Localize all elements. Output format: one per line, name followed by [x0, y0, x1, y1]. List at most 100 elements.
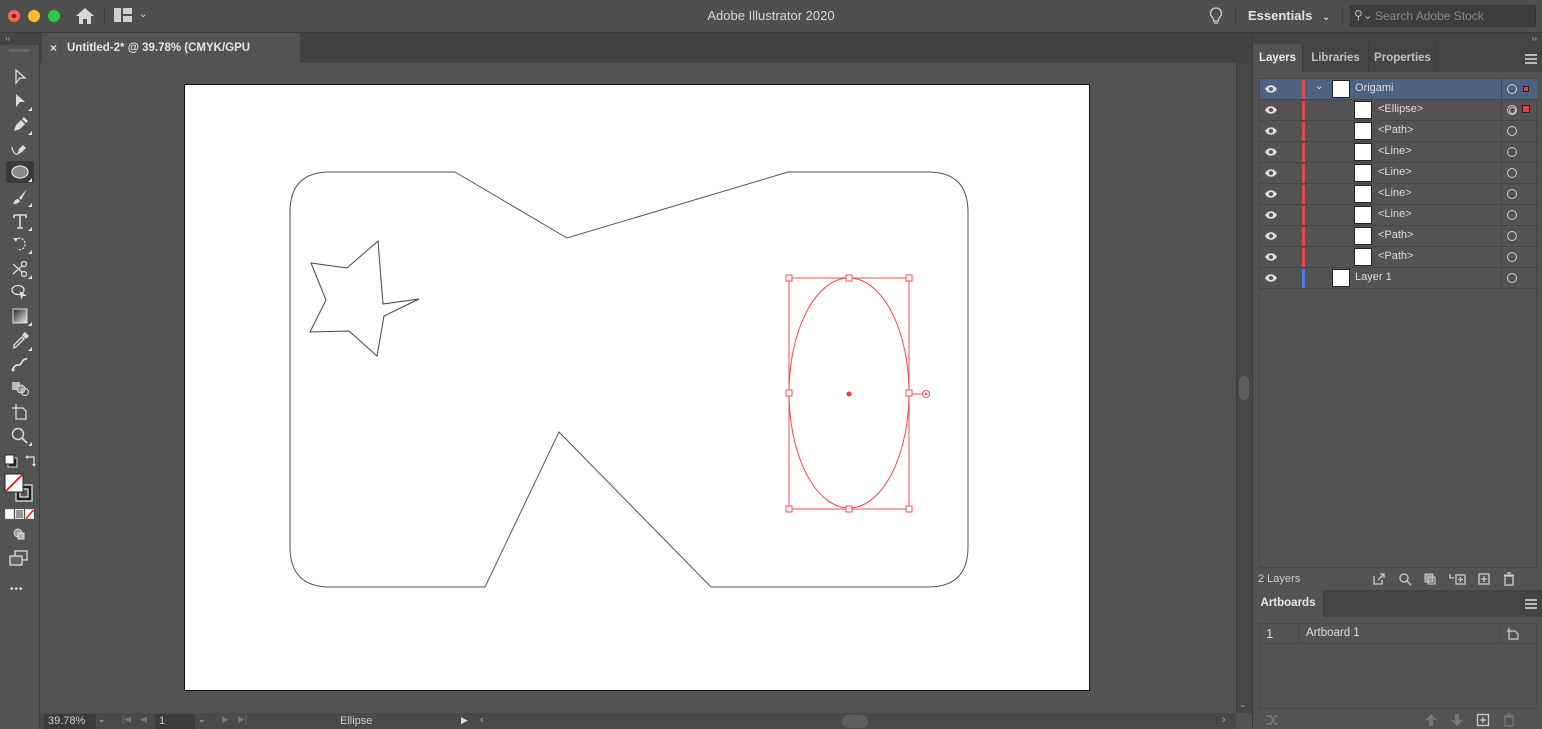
star-path[interactable] — [309, 239, 420, 357]
current-tool-status[interactable]: Ellipse — [340, 715, 372, 727]
layer-name[interactable]: <Line> — [1378, 208, 1412, 220]
vertical-scrollbar[interactable]: ⌄ — [1236, 63, 1252, 713]
scissors-tool[interactable] — [6, 258, 34, 280]
handle-top-center[interactable] — [845, 274, 853, 282]
symbol-sprayer-tool[interactable] — [6, 377, 34, 399]
target-circle-icon[interactable] — [1507, 252, 1517, 262]
handle-middle-right[interactable] — [905, 389, 913, 397]
selection-indicator[interactable] — [1523, 86, 1529, 92]
shape-builder-tool[interactable] — [6, 281, 34, 303]
draw-mode-icon[interactable] — [12, 527, 26, 541]
target-circle-icon[interactable] — [1507, 105, 1517, 115]
scroll-right-icon[interactable]: › — [1222, 714, 1226, 726]
layer-name[interactable]: <Line> — [1378, 145, 1412, 157]
toolbar-grip[interactable] — [9, 49, 29, 52]
handle-bottom-left[interactable] — [785, 505, 793, 513]
target-circle-icon[interactable] — [1507, 210, 1517, 220]
target-circle-icon[interactable] — [1507, 189, 1517, 199]
layer-name[interactable]: <Line> — [1378, 187, 1412, 199]
next-artboard-icon[interactable]: ▶ — [222, 714, 229, 725]
artboard-options-icon[interactable] — [1506, 627, 1520, 641]
close-tab-icon[interactable]: × — [50, 33, 57, 63]
rotate-tool[interactable] — [6, 233, 34, 255]
visibility-eye-icon[interactable] — [1264, 210, 1278, 220]
swap-fill-stroke-icon[interactable] — [24, 454, 38, 468]
zoom-tool[interactable] — [6, 425, 34, 447]
collapse-panels-button[interactable]: ›› — [1253, 33, 1542, 44]
tab-artboards[interactable]: Artboards — [1253, 590, 1323, 617]
collapse-toolbar-button[interactable]: ›› — [0, 33, 40, 45]
tab-layers[interactable]: Layers — [1253, 44, 1303, 72]
handle-top-left[interactable] — [785, 274, 793, 282]
gradient-tool[interactable] — [6, 305, 34, 327]
pen-tool[interactable] — [6, 114, 34, 136]
layer-row-ellipse[interactable]: <Ellipse> — [1260, 100, 1538, 121]
vertical-scroll-thumb[interactable] — [1239, 376, 1249, 400]
target-circle-icon[interactable] — [1507, 84, 1517, 94]
layer-row-line[interactable]: <Line> — [1260, 142, 1538, 163]
artboard-number-field[interactable]: 1 — [155, 714, 195, 729]
canvas[interactable] — [40, 63, 1236, 711]
handle-bottom-right[interactable] — [905, 505, 913, 513]
layer-row-path[interactable]: <Path> — [1260, 226, 1538, 247]
clipping-mask-icon[interactable] — [1423, 572, 1437, 586]
export-icon[interactable] — [1372, 572, 1386, 586]
ellipse-tool[interactable] — [6, 161, 34, 183]
visibility-eye-icon[interactable] — [1264, 147, 1278, 157]
layer-name[interactable]: <Path> — [1378, 229, 1413, 241]
zoom-level-field[interactable]: 39.78% — [44, 714, 96, 729]
selection-tool[interactable] — [6, 66, 34, 88]
locate-object-icon[interactable] — [1398, 572, 1412, 586]
visibility-eye-icon[interactable] — [1264, 168, 1278, 178]
layer-name[interactable]: Origami — [1355, 82, 1394, 94]
previous-artboard-icon[interactable]: ◀ — [140, 714, 147, 725]
first-artboard-icon[interactable]: |◀ — [122, 714, 131, 725]
layer-name[interactable]: <Path> — [1378, 250, 1413, 262]
layer-row-path[interactable]: <Path> — [1260, 121, 1538, 142]
last-artboard-icon[interactable]: ▶| — [238, 714, 247, 725]
visibility-eye-icon[interactable] — [1264, 105, 1278, 115]
tab-properties[interactable]: Properties — [1369, 44, 1437, 72]
workspace-switcher[interactable]: Essentials ⌄ — [1248, 8, 1330, 23]
layer-name[interactable]: <Line> — [1378, 166, 1412, 178]
status-menu-play-icon[interactable]: ▶ — [461, 715, 468, 726]
layer-name[interactable]: <Ellipse> — [1378, 103, 1423, 115]
stock-search-input[interactable] — [1375, 8, 1533, 24]
target-circle-icon[interactable] — [1507, 273, 1517, 283]
layer-row-line[interactable]: <Line> — [1260, 184, 1538, 205]
visibility-eye-icon[interactable] — [1264, 84, 1278, 94]
type-tool[interactable] — [6, 210, 34, 232]
scroll-down-icon[interactable]: ⌄ — [1239, 699, 1247, 710]
layer-name[interactable]: Layer 1 — [1355, 271, 1392, 283]
direct-selection-tool[interactable] — [6, 90, 34, 112]
horizontal-scroll-thumb[interactable] — [842, 715, 868, 728]
artboard-dropdown-chevron-icon[interactable]: ⌄ — [198, 714, 206, 725]
new-artboard-icon[interactable] — [1476, 713, 1490, 727]
expand-chevron-icon[interactable]: ⌄ — [1315, 81, 1323, 92]
visibility-eye-icon[interactable] — [1264, 252, 1278, 262]
target-circle-icon[interactable] — [1507, 168, 1517, 178]
handle-bottom-center[interactable] — [845, 505, 853, 513]
zoom-dropdown-chevron-icon[interactable]: ⌄ — [98, 714, 112, 725]
artwork[interactable] — [40, 63, 1236, 711]
paintbrush-tool[interactable] — [6, 186, 34, 208]
panel-menu-icon[interactable] — [1525, 599, 1537, 609]
screen-mode-icon[interactable] — [9, 550, 29, 566]
layer-row-layer-1[interactable]: Layer 1 — [1260, 268, 1538, 289]
origami-outline-path[interactable] — [289, 171, 969, 588]
artboard-name[interactable]: Artboard 1 — [1306, 627, 1360, 639]
artboard-row[interactable]: 1 Artboard 1 — [1260, 624, 1536, 644]
default-fill-stroke-icon[interactable] — [4, 454, 18, 468]
new-sublayer-icon[interactable] — [1449, 572, 1467, 586]
handle-top-right[interactable] — [905, 274, 913, 282]
layer-row-origami[interactable]: ⌄ Origami — [1260, 79, 1538, 100]
visibility-eye-icon[interactable] — [1264, 126, 1278, 136]
search-icon[interactable]: ⚲⌄ — [1354, 8, 1373, 22]
eyedropper-tool[interactable] — [6, 330, 34, 352]
fill-stroke-swatch[interactable] — [4, 473, 34, 503]
layer-name[interactable]: <Path> — [1378, 124, 1413, 136]
layer-row-line[interactable]: <Line> — [1260, 205, 1538, 226]
curvature-tool[interactable] — [6, 138, 34, 160]
visibility-eye-icon[interactable] — [1264, 231, 1278, 241]
tab-libraries[interactable]: Libraries — [1303, 44, 1369, 72]
